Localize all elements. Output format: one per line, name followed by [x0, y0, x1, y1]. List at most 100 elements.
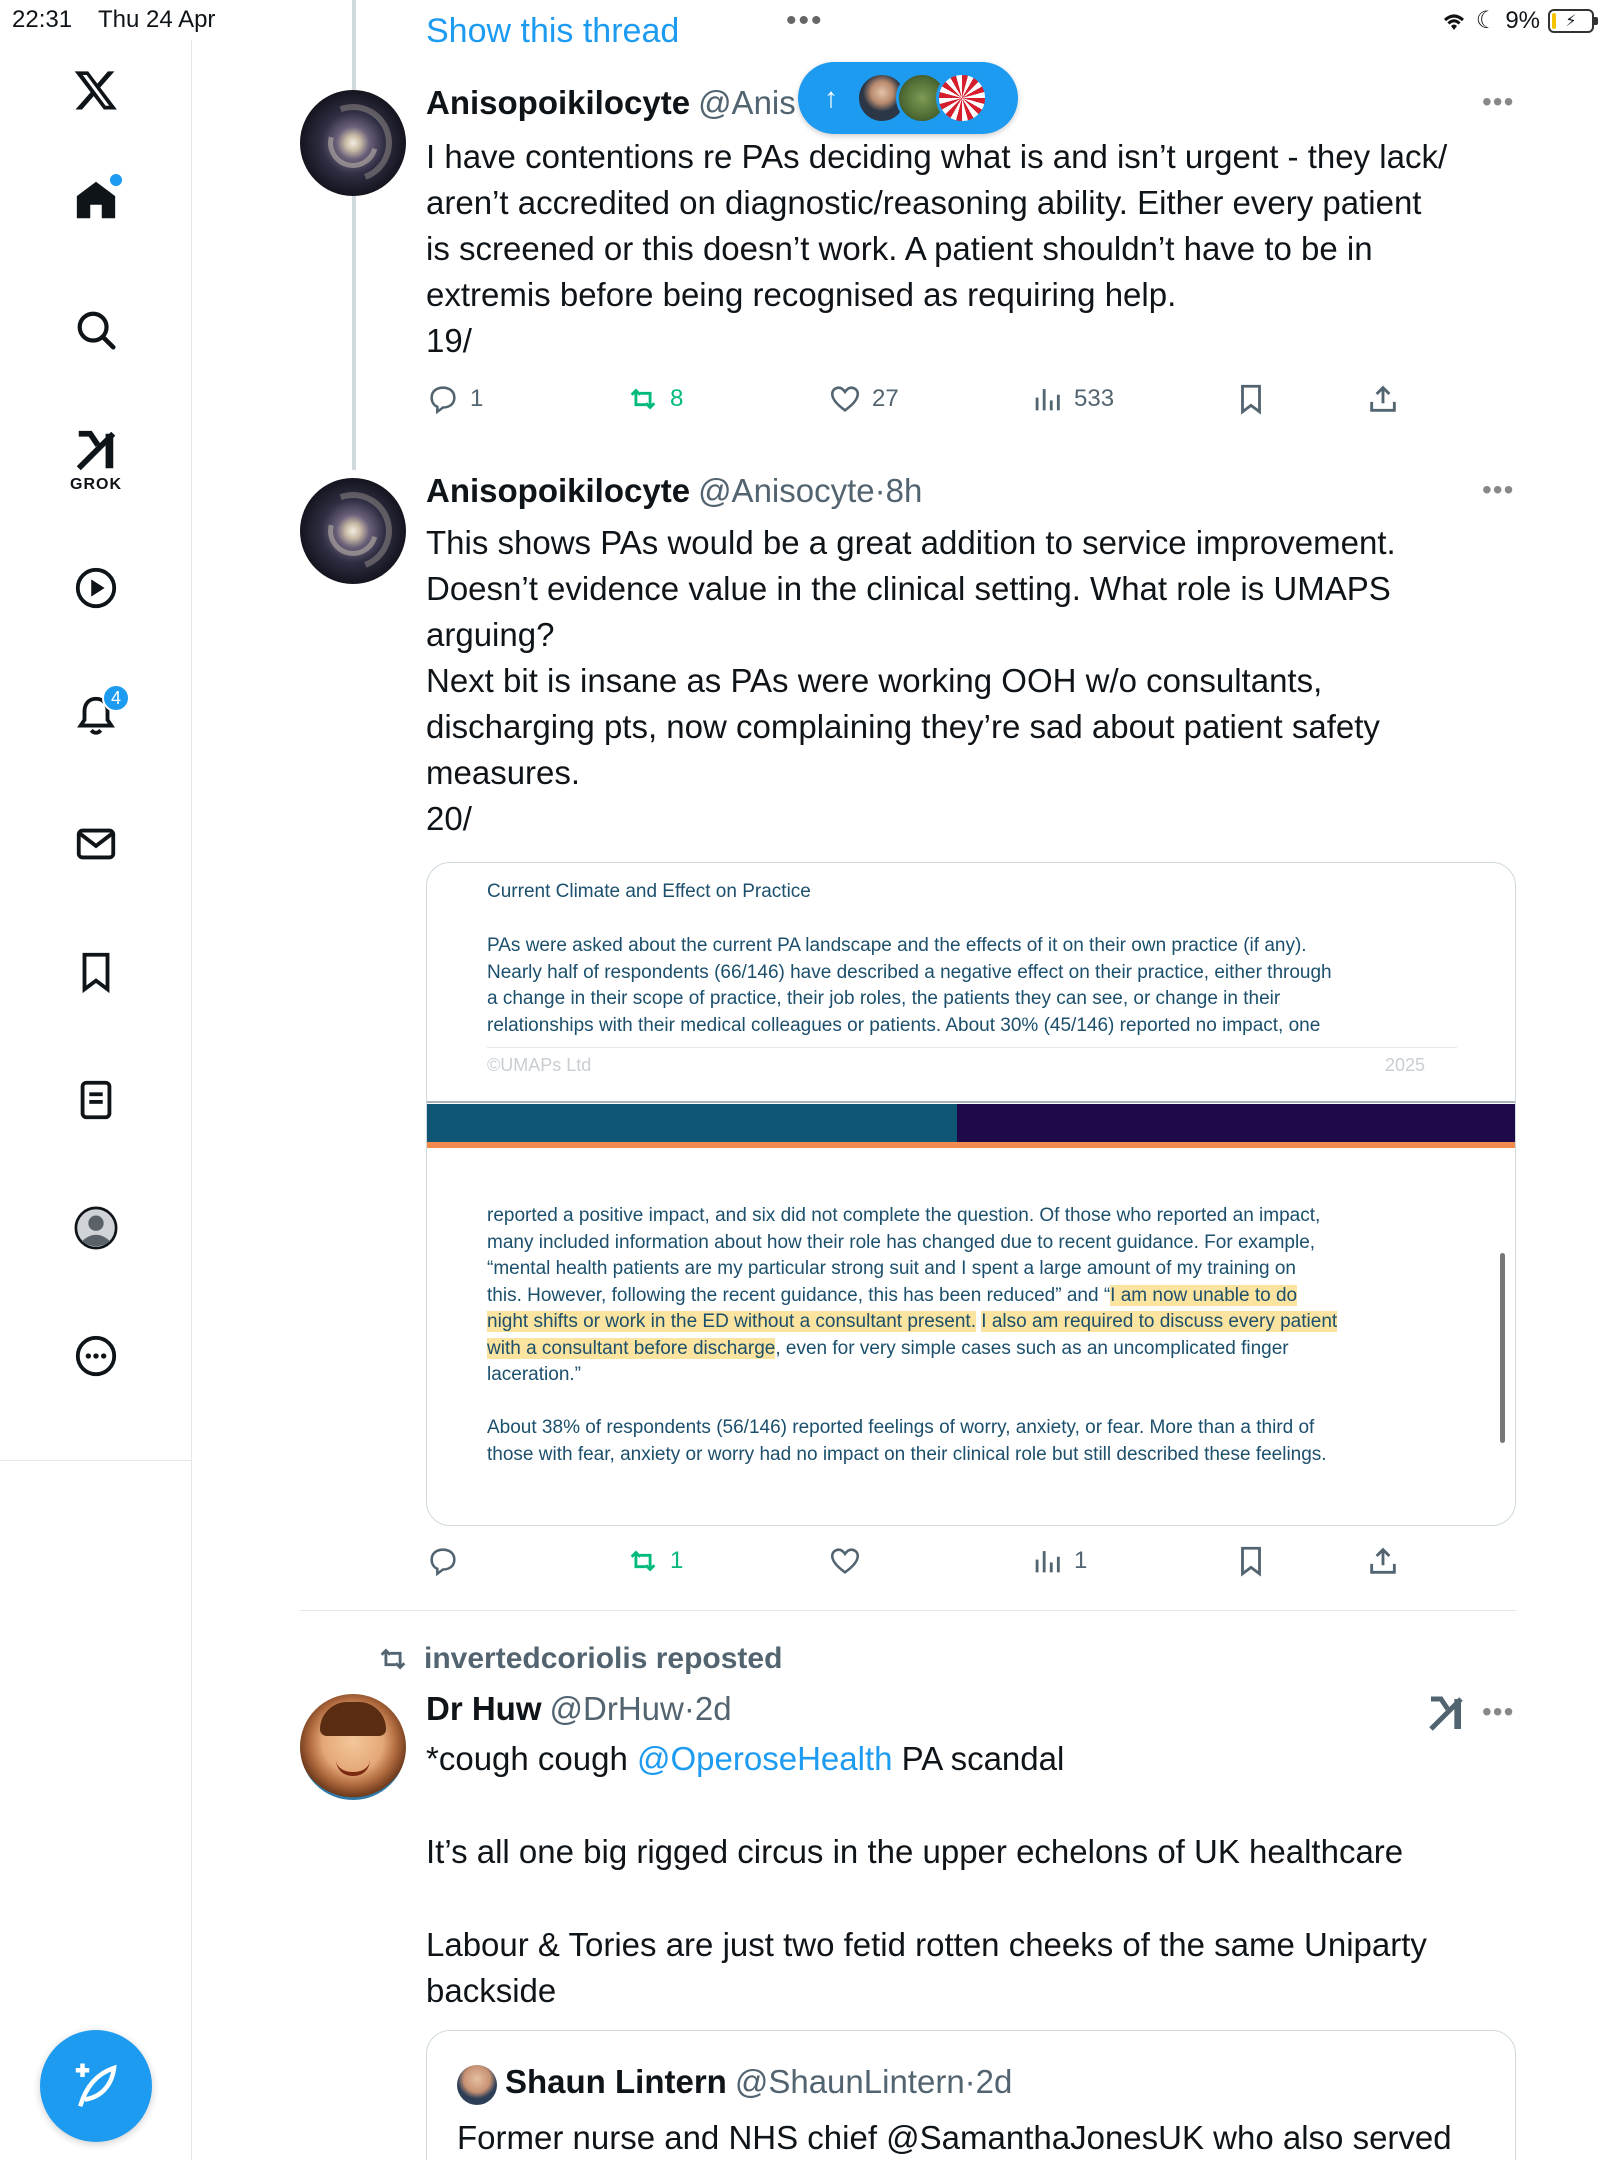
avatar[interactable] — [300, 90, 406, 196]
author-name[interactable]: Shaun Lintern — [505, 2063, 727, 2101]
messages-icon[interactable] — [56, 804, 136, 884]
page-break-line — [427, 1101, 1515, 1103]
repost-icon — [380, 1648, 406, 1670]
share-icon — [1370, 385, 1396, 412]
doc-line: Nearly half of respondents (66/146) have… — [487, 961, 1332, 983]
new-post-avatar — [936, 72, 988, 124]
tweet-line: is screened or this doesn’t work. A pati… — [426, 230, 1373, 267]
doc-highlight: I also am required to discuss every pati… — [981, 1311, 1338, 1332]
repost-icon — [630, 388, 656, 410]
handle-text: @DrHuw — [549, 1690, 684, 1727]
tweet-line: Doesn’t evidence value in the clinical s… — [426, 570, 1391, 607]
thread-connector-line — [352, 0, 356, 470]
mention-link[interactable]: @OperoseHealth — [637, 1740, 892, 1777]
multitask-dots-icon[interactable]: ••• — [786, 4, 824, 38]
doc-line: a change in their scope of practice, the… — [487, 988, 1281, 1009]
author-name[interactable]: Anisopoikilocyte — [426, 84, 690, 122]
home-badge-dot — [110, 174, 122, 186]
doc-paragraph: About 38% of respondents (56/146) report… — [487, 1415, 1417, 1468]
handle-text: @Anisocyte — [698, 472, 875, 509]
more-icon[interactable] — [56, 1316, 136, 1396]
battery-percent: 9% — [1505, 6, 1540, 34]
show-thread-link[interactable]: Show this thread — [426, 12, 679, 51]
views-button[interactable]: 1 — [1030, 1544, 1087, 1578]
sidebar: GROK 4 — [0, 40, 192, 2160]
repost-button[interactable]: 8 — [626, 382, 683, 416]
repost-count: 1 — [670, 1547, 684, 1574]
attached-document-image[interactable]: Current Climate and Effect on Practice P… — [426, 862, 1516, 1526]
bookmark-button[interactable] — [1234, 1544, 1268, 1578]
tweet-text: This shows PAs would be a great addition… — [426, 520, 1516, 842]
more-options-icon[interactable]: ••• — [1482, 474, 1514, 506]
profile-icon[interactable] — [56, 1188, 136, 1268]
more-options-icon[interactable]: ••• — [1482, 86, 1514, 118]
reply-button[interactable]: 1 — [426, 382, 483, 416]
tweet-line: *cough cough @OperoseHealth PA scandal — [426, 1736, 1516, 1782]
tweet-text-span: *cough cough — [426, 1740, 638, 1777]
tweet-line: It’s all one big rigged circus in the up… — [426, 1833, 1404, 1870]
home-icon[interactable] — [56, 160, 136, 240]
tweet-line: This shows PAs would be a great addition… — [426, 524, 1396, 561]
reply-icon — [430, 386, 456, 415]
bookmarks-icon[interactable] — [56, 932, 136, 1012]
grok-icon[interactable]: GROK — [56, 420, 136, 500]
status-date: Thu 24 Apr — [98, 6, 216, 33]
page-band-orange — [427, 1142, 1515, 1148]
doc-heading: Current Climate and Effect on Practice — [487, 881, 811, 902]
like-button[interactable] — [828, 1544, 872, 1578]
image-scrollbar[interactable] — [1500, 1253, 1505, 1443]
bookmark-icon — [1241, 1546, 1261, 1577]
views-button[interactable]: 533 — [1030, 382, 1114, 416]
tweet-line: backside — [426, 1972, 557, 2009]
doc-line: relationships with their medical colleag… — [487, 1014, 1321, 1036]
repost-count: 8 — [670, 385, 684, 412]
bookmark-icon — [1241, 384, 1261, 415]
doc-line: those with fear, anxiety or worry had no… — [487, 1443, 1327, 1465]
tweet-line: discharging pts, now complaining they’re… — [426, 708, 1380, 745]
bookmark-button[interactable] — [1234, 382, 1268, 416]
doc-line: night shifts or work in the ED without a… — [487, 1309, 1417, 1336]
x-logo-icon[interactable] — [56, 50, 136, 130]
views-chart-icon — [1035, 389, 1060, 411]
search-icon[interactable] — [56, 290, 136, 370]
author-name[interactable]: Anisopoikilocyte — [426, 472, 690, 510]
compose-button[interactable] — [40, 2030, 152, 2142]
doc-footer-right: 2025 — [1384, 1055, 1425, 1075]
lists-icon[interactable] — [56, 1060, 136, 1140]
page-band-teal — [427, 1104, 957, 1142]
doc-text: this. However, following the recent guid… — [487, 1284, 1111, 1306]
author-handle[interactable]: @Anisocyte·8h — [698, 472, 922, 510]
reply-button[interactable] — [426, 1544, 470, 1578]
status-indicators: ☾ 9% ⚡ — [1440, 6, 1598, 35]
like-count: 27 — [872, 385, 899, 412]
grok-icon[interactable] — [1426, 1694, 1466, 1734]
more-options-icon[interactable]: ••• — [1482, 1696, 1514, 1728]
quoted-tweet[interactable]: Shaun Lintern @ShaunLintern·2d Former nu… — [426, 2030, 1516, 2160]
share-button[interactable] — [1366, 1544, 1400, 1578]
repost-context[interactable]: invertedcoriolis reposted — [376, 1642, 782, 1676]
video-icon[interactable] — [56, 548, 136, 628]
notifications-icon[interactable]: 4 — [56, 676, 136, 756]
tweet-text-span: PA scandal — [892, 1740, 1065, 1777]
doc-footer-left: ©UMAPs Ltd — [487, 1055, 592, 1075]
author-handle[interactable]: @DrHuw·2d — [550, 1690, 732, 1728]
author-handle[interactable]: @ShaunLintern·2d — [735, 2063, 1013, 2101]
moon-icon: ☾ — [1475, 7, 1498, 34]
doc-highlight: I am now unable to do — [1110, 1284, 1298, 1306]
tweet-line: Next bit is insane as PAs were working O… — [426, 662, 1323, 699]
repost-button[interactable]: 1 — [626, 1544, 683, 1578]
status-time: 22:31 — [12, 6, 73, 33]
share-button[interactable] — [1366, 382, 1400, 416]
battery-icon: ⚡ — [1548, 8, 1598, 33]
new-posts-pill[interactable]: ↑ — [798, 62, 1018, 134]
doc-highlight: night shifts or work in the ED without a… — [487, 1311, 976, 1332]
avatar[interactable] — [457, 2065, 497, 2105]
author-name[interactable]: Dr Huw — [426, 1690, 542, 1728]
tweet-line: measures. — [426, 754, 581, 791]
author-handle[interactable]: @Anis — [698, 84, 796, 122]
share-icon — [1370, 1547, 1396, 1574]
like-button[interactable]: 27 — [828, 382, 899, 416]
doc-line: laceration.” — [487, 1364, 581, 1385]
avatar[interactable] — [300, 1694, 406, 1800]
avatar[interactable] — [300, 478, 406, 584]
